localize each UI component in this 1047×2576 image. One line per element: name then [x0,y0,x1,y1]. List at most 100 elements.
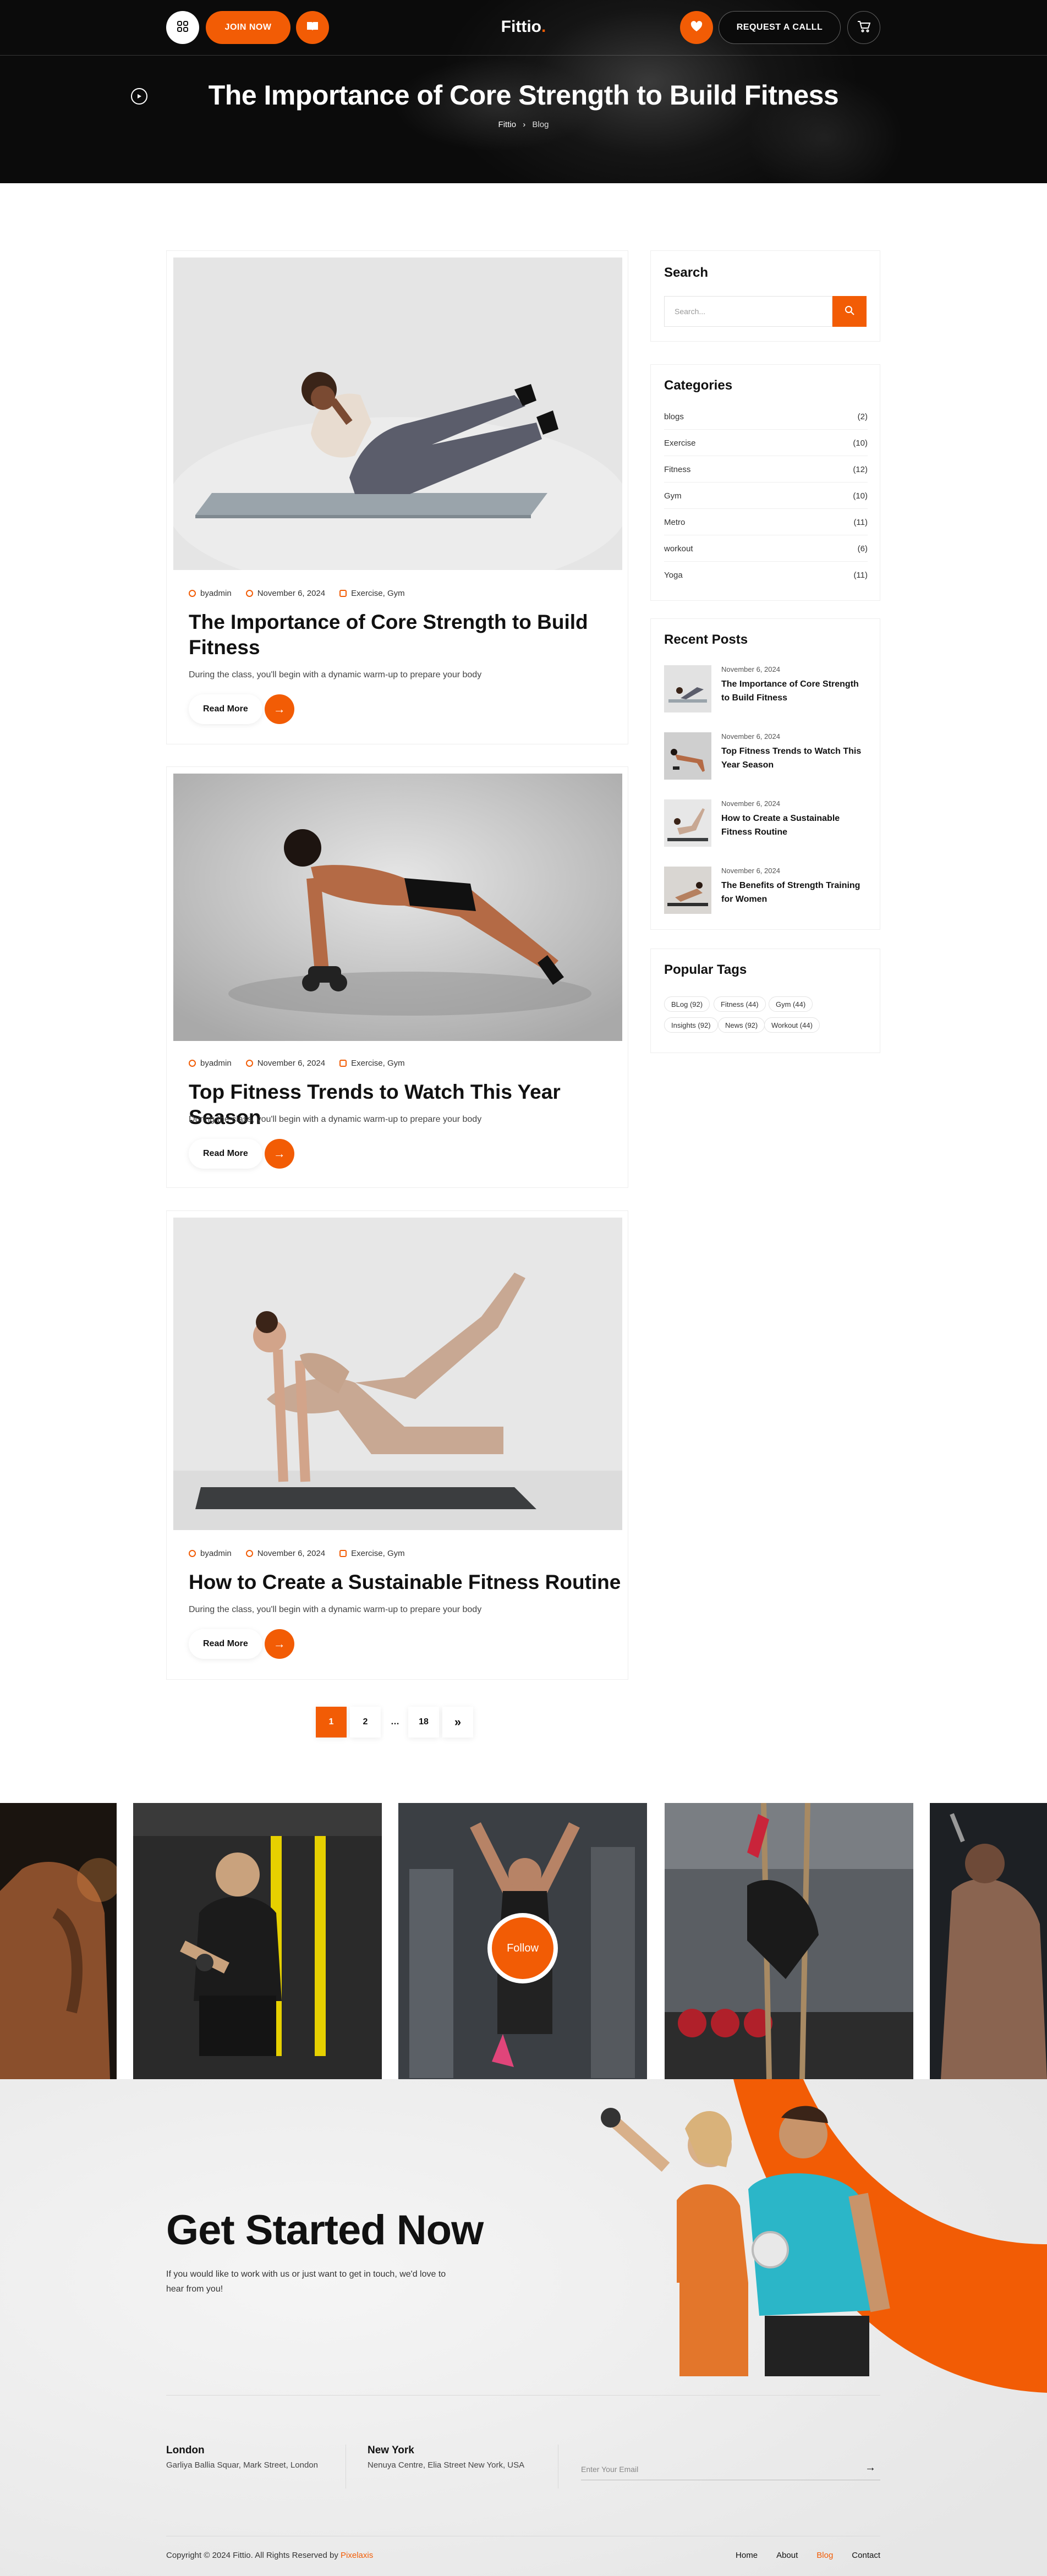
pagination-page-last[interactable]: 18 [408,1707,439,1738]
grid-icon [177,20,189,35]
user-icon [189,1550,196,1557]
category-item[interactable]: Gym (10) [664,491,868,509]
search-icon [845,305,854,318]
recent-post-thumbnail[interactable] [664,665,711,712]
breadcrumb-current: Blog [532,120,549,129]
pagination-ellipsis: … [384,1707,406,1738]
post-author[interactable]: byadmin [189,1549,232,1558]
footer-nav: Home About Blog Contact [715,2551,880,2560]
recent-post-item[interactable]: November 6, 2024 The Importance of Core … [664,665,868,712]
play-icon[interactable] [131,88,147,105]
pagination-page-1[interactable]: 1 [316,1707,347,1738]
post-date: November 6, 2024 [245,1549,325,1558]
clock-icon [245,1060,253,1067]
read-more-button[interactable]: Read More → [189,1629,294,1659]
recent-post-item[interactable]: November 6, 2024 Top Fitness Trends to W… [664,732,868,780]
menu-grid-button[interactable] [166,11,199,44]
read-more-button[interactable]: Read More → [189,1139,294,1169]
recent-post-title[interactable]: The Benefits of Strength Training for Wo… [721,879,868,906]
arrow-right-icon: → [264,1629,294,1659]
site-logo[interactable]: Fittio. [484,18,563,37]
search-widget-title: Search [664,265,709,280]
tag-chip[interactable]: BLog (92) [664,996,710,1012]
footer-nav-about[interactable]: About [776,2551,798,2560]
header-divider [0,55,1047,56]
breadcrumb: Fittio › Blog [468,120,579,129]
tag-chip[interactable]: Workout (44) [764,1017,820,1033]
post-author[interactable]: byadmin [189,1059,232,1068]
favorite-button[interactable] [680,11,713,44]
recent-post-title[interactable]: Top Fitness Trends to Watch This Year Se… [721,744,868,772]
send-arrow-icon[interactable]: → [865,2462,876,2474]
page-title: The Importance of Core Strength to Build… [208,80,839,111]
category-item[interactable]: Fitness (12) [664,465,868,483]
category-item[interactable]: Yoga (11) [664,571,868,588]
cart-icon [857,20,871,35]
footer-nav-blog[interactable]: Blog [816,2551,833,2560]
post-image[interactable] [173,1218,622,1530]
recent-posts-title: Recent Posts [664,632,748,647]
request-call-button[interactable]: REQUEST A CALLL [719,11,841,44]
cart-button[interactable] [847,11,880,44]
recent-post-thumbnail[interactable] [664,732,711,780]
post-categories[interactable]: Exercise, Gym [339,1549,405,1558]
gallery-image[interactable] [0,1803,117,2079]
office-city: London [166,2445,205,2456]
book-button[interactable] [296,11,329,44]
recent-post-item[interactable]: November 6, 2024 The Benefits of Strengt… [664,867,868,914]
read-more-label: Read More [189,694,262,724]
recent-post-title[interactable]: The Importance of Core Strength to Build… [721,677,868,705]
category-item[interactable]: Exercise (10) [664,439,868,456]
gallery-image[interactable] [133,1803,382,2079]
post-card: byadmin November 6, 2024 Exercise, Gym T… [166,766,628,1188]
post-categories[interactable]: Exercise, Gym [339,589,405,598]
post-title[interactable]: The Importance of Core Strength to Build… [189,610,607,660]
office-address: Garliya Ballia Squar, Mark Street, Londo… [166,2460,318,2470]
cta-section [0,2079,1047,2576]
heart-icon [690,20,703,35]
logo-dot: . [541,18,546,36]
recent-post-thumbnail[interactable] [664,799,711,847]
clock-icon [245,590,253,597]
post-author[interactable]: byadmin [189,589,232,598]
category-item[interactable]: workout (6) [664,544,868,562]
join-now-button[interactable]: JOIN NOW [206,11,290,44]
pagination-page-2[interactable]: 2 [350,1707,381,1738]
breadcrumb-home[interactable]: Fittio [498,120,517,129]
clock-icon [245,1550,253,1557]
post-title[interactable]: How to Create a Sustainable Fitness Rout… [189,1570,629,1595]
post-image[interactable] [173,257,622,570]
post-excerpt: During the class, you'll begin with a dy… [189,670,482,679]
post-image[interactable] [173,774,622,1041]
recent-posts-widget: Recent Posts November 6, 2024 The Import… [650,618,880,930]
post-card: byadmin November 6, 2024 Exercise, Gym H… [166,1210,628,1680]
footer-nav-contact[interactable]: Contact [852,2551,880,2560]
search-widget: Search Search... [650,250,880,342]
tag-chip[interactable]: Fitness (44) [714,996,766,1012]
tag-chip[interactable]: Gym (44) [769,996,813,1012]
category-item[interactable]: Metro (11) [664,518,868,535]
follow-button-ring[interactable]: Follow [487,1913,558,1983]
tag-chip[interactable]: News (92) [718,1017,765,1033]
search-input[interactable]: Search... [664,296,832,327]
recent-post-title[interactable]: How to Create a Sustainable Fitness Rout… [721,812,868,839]
user-icon [189,590,196,597]
category-item[interactable]: blogs (2) [664,412,868,430]
gallery-image[interactable]: Follow [398,1803,647,2079]
tag-chip[interactable]: Insights (92) [664,1017,718,1033]
gallery-image[interactable] [930,1803,1047,2079]
recent-post-date: November 6, 2024 [721,867,780,875]
recent-post-item[interactable]: November 6, 2024 How to Create a Sustain… [664,799,868,847]
gallery-image[interactable] [665,1803,913,2079]
read-more-button[interactable]: Read More → [189,694,294,724]
pagination-next-icon[interactable]: » [442,1707,473,1738]
post-date: November 6, 2024 [245,1059,325,1068]
newsletter-email-input[interactable]: Enter Your Email [581,2465,880,2480]
footer-nav-home[interactable]: Home [736,2551,758,2560]
search-button[interactable] [832,296,867,327]
post-categories[interactable]: Exercise, Gym [339,1059,405,1068]
post-meta: byadmin November 6, 2024 Exercise, Gym [189,1059,405,1068]
copyright-brand-link[interactable]: Pixelaxis [341,2551,373,2560]
follow-button[interactable]: Follow [492,1917,553,1979]
recent-post-thumbnail[interactable] [664,867,711,914]
